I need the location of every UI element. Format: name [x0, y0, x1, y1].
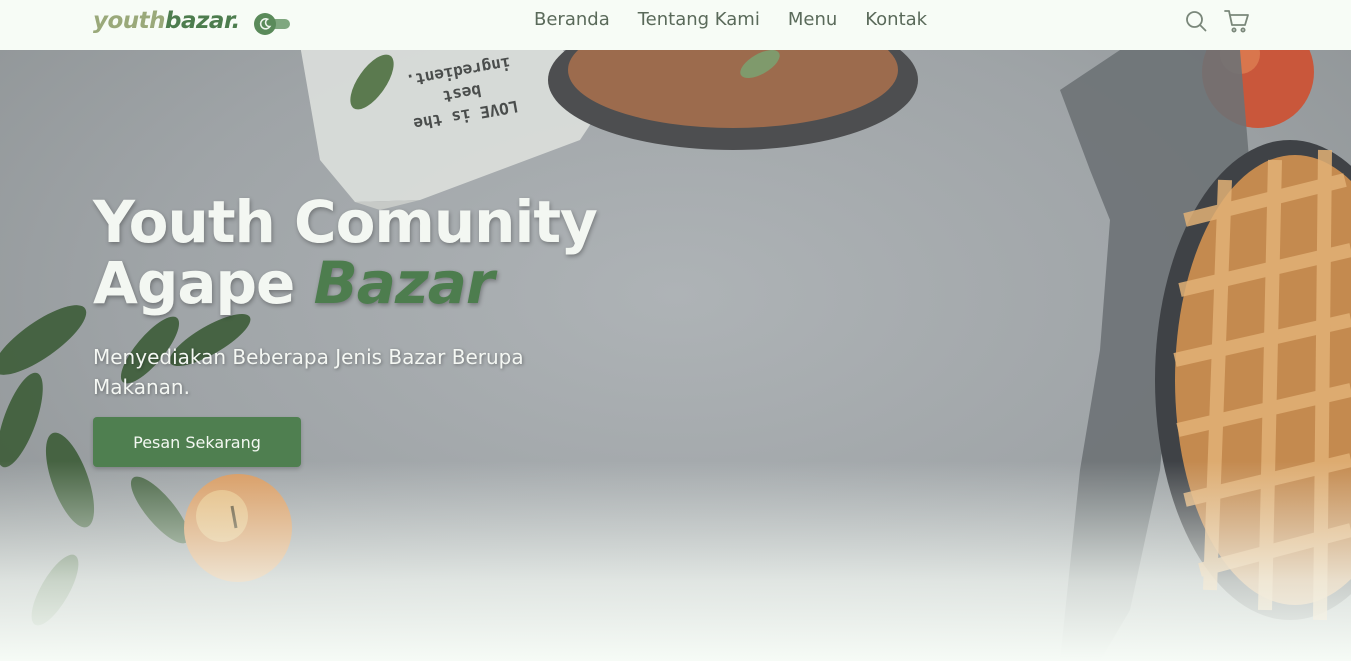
moon-toggle-icon: [254, 13, 276, 35]
hero-title-accent: Bazar: [313, 249, 495, 317]
order-now-button[interactable]: Pesan Sekarang: [93, 417, 301, 467]
nav-beranda[interactable]: Beranda: [534, 9, 610, 30]
brand-dot: .: [231, 8, 241, 34]
cart-icon[interactable]: [1224, 9, 1249, 33]
hero-subtitle: Menyediakan Beberapa Jenis Bazar Berupa …: [93, 345, 524, 399]
navbar: youthbazar. Beranda Tentang Kami Menu Ko…: [0, 0, 1351, 50]
hero-title-line1: Youth Comunity: [93, 188, 598, 256]
brand-logo[interactable]: youthbazar.: [93, 8, 240, 34]
nav-kontak[interactable]: Kontak: [865, 9, 927, 30]
hero-section: LOVE is the best ingredient. Youth Comun…: [0, 50, 1351, 661]
theme-toggle[interactable]: [254, 13, 290, 35]
hero-title-line2-plain: Agape: [93, 249, 314, 317]
search-icon[interactable]: [1184, 9, 1208, 33]
hero-title: Youth Comunity Agape Bazar: [93, 192, 653, 314]
brand-prefix: youth: [93, 8, 166, 34]
plate-graphic: [548, 50, 918, 150]
main-nav: Beranda Tentang Kami Menu Kontak: [534, 9, 927, 30]
nav-tentang-kami[interactable]: Tentang Kami: [638, 9, 760, 30]
hero-bottom-fade: [0, 461, 1351, 661]
nav-menu[interactable]: Menu: [788, 9, 837, 30]
brand-accent: bazar: [165, 8, 232, 34]
